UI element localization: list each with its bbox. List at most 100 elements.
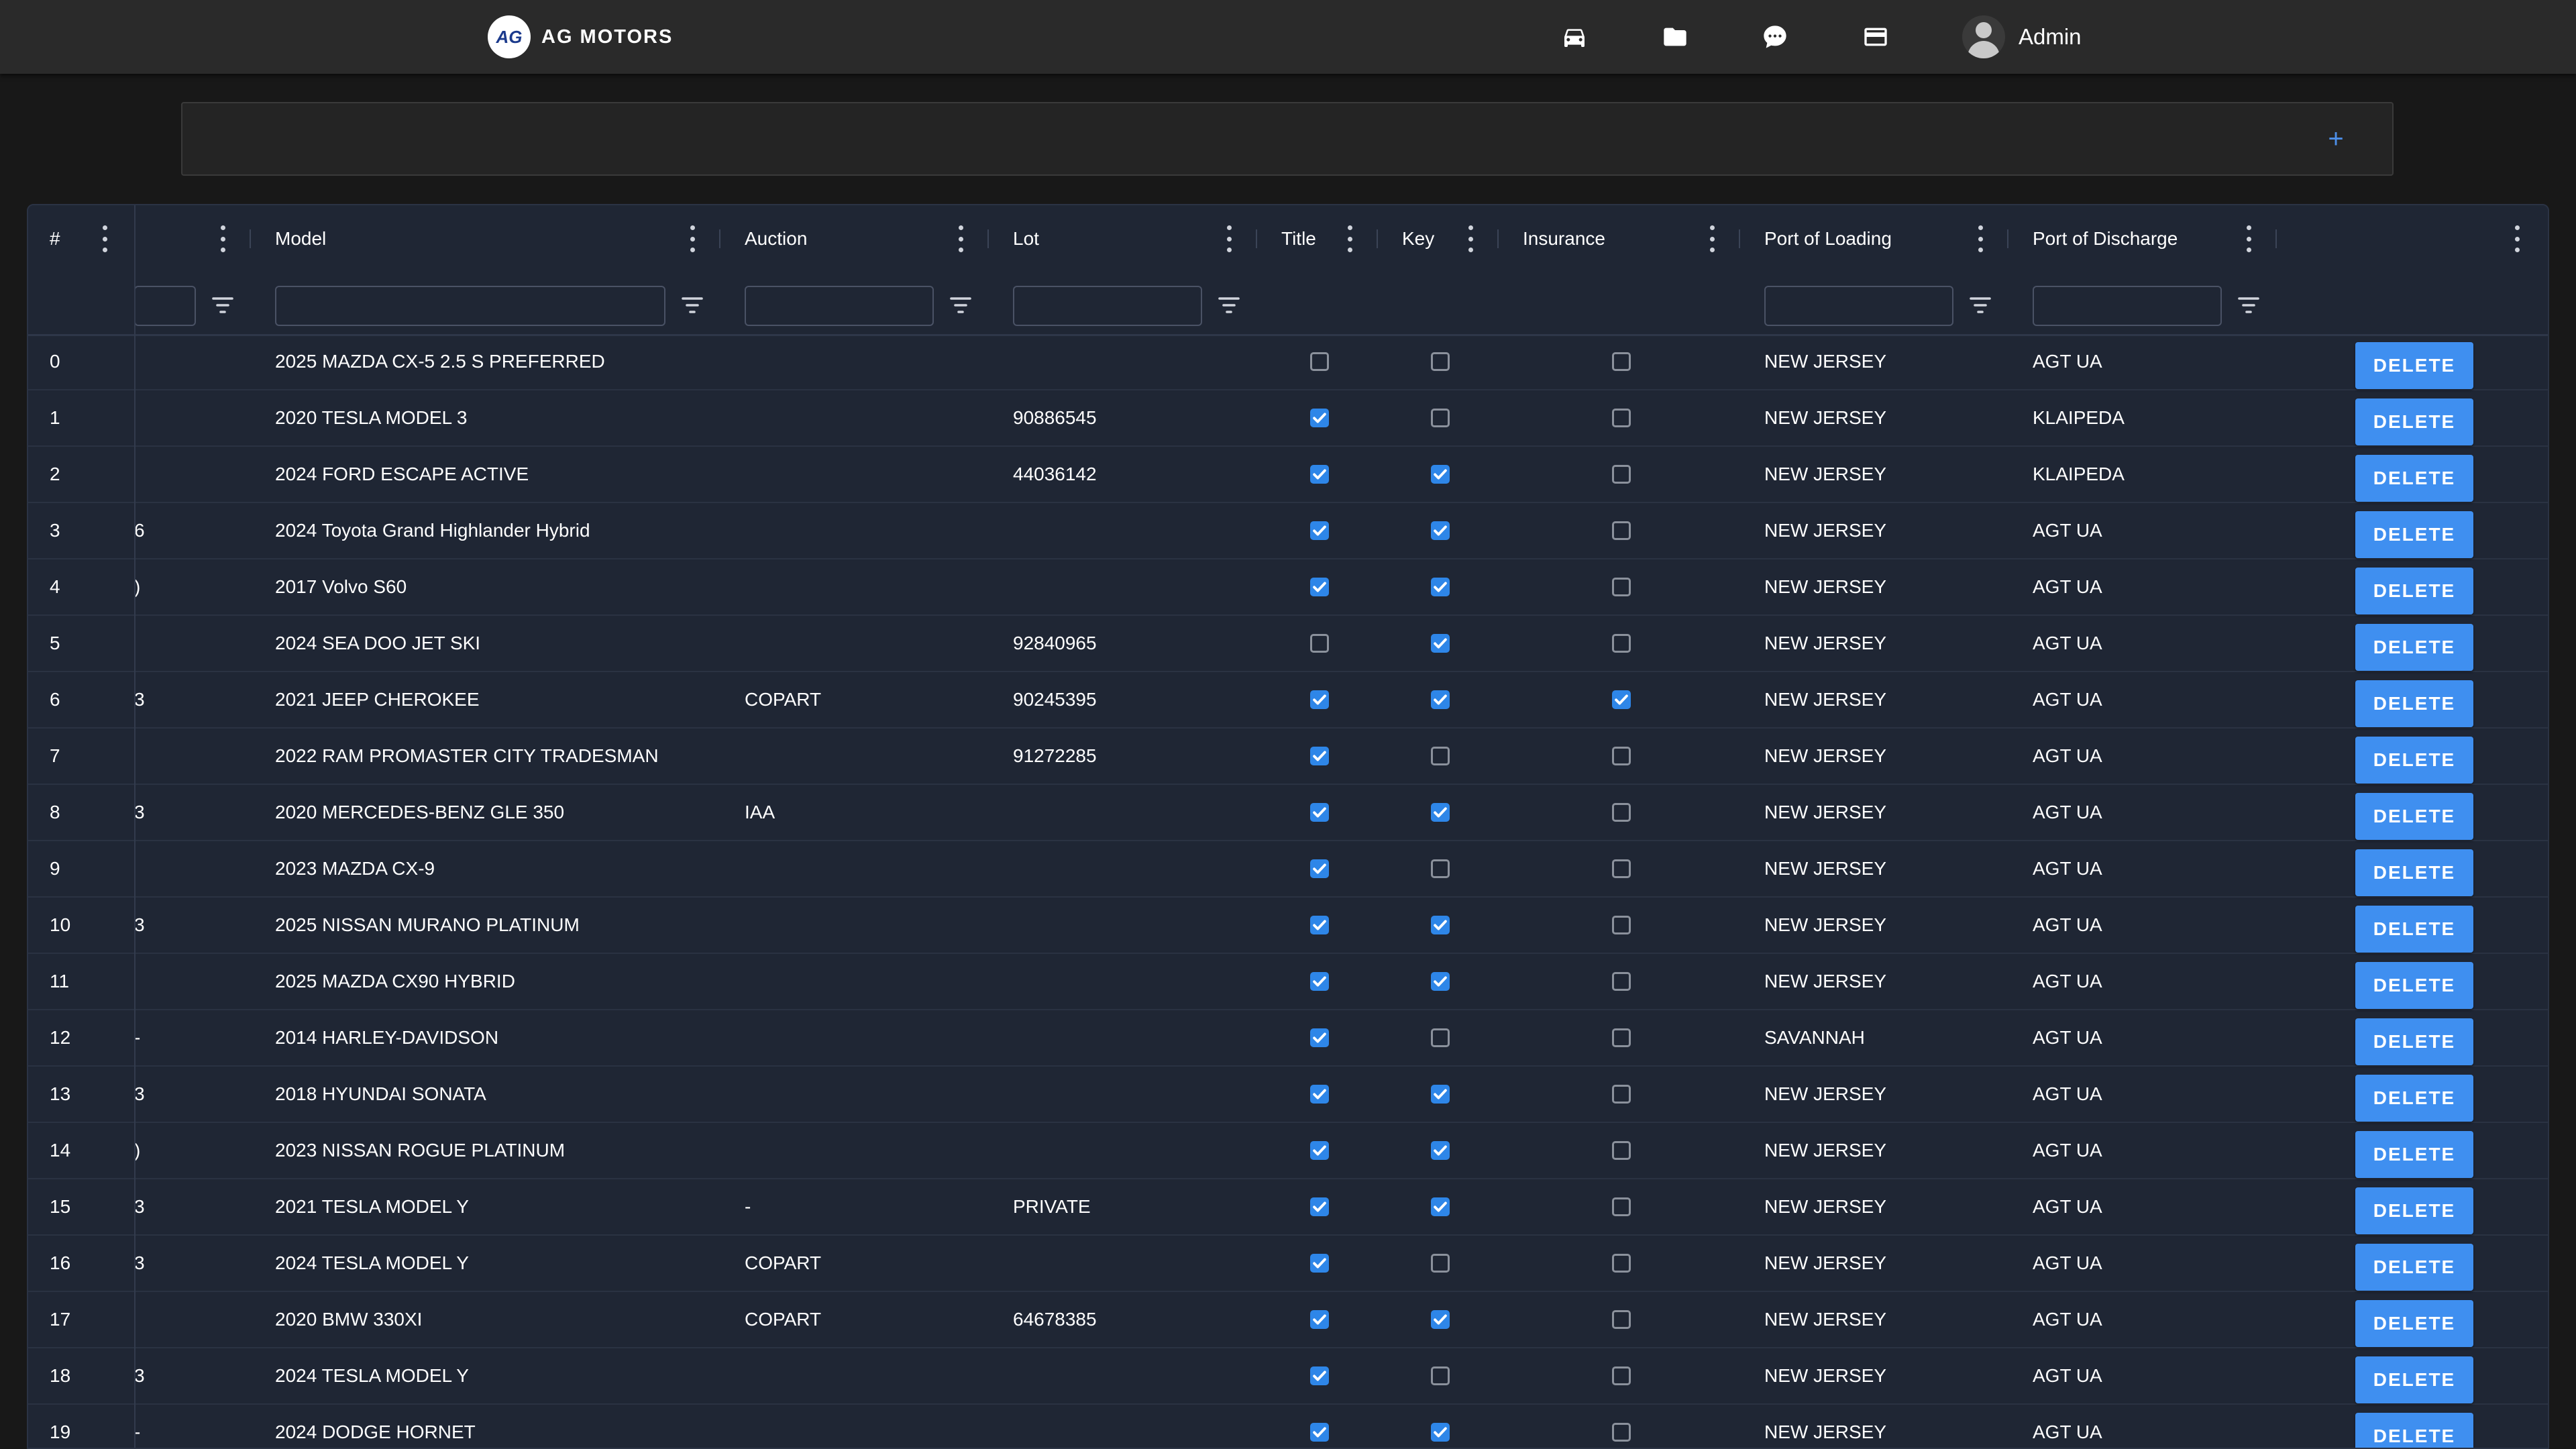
vin-cell[interactable]: )	[134, 1123, 161, 1178]
filter-icon[interactable]	[2238, 295, 2259, 315]
filter-icon[interactable]	[682, 295, 703, 315]
port-of-discharge-cell[interactable]: AGT UA	[2033, 954, 2102, 1009]
table-row[interactable]: 10 3 2025 NISSAN MURANO PLATINUM NEW JERSEY…	[28, 898, 2548, 954]
model-cell[interactable]: 2021 JEEP CHEROKEE	[275, 672, 480, 727]
title-checkbox[interactable]	[1310, 747, 1329, 765]
model-cell[interactable]: 2020 MERCEDES-BENZ GLE 350	[275, 785, 564, 840]
port-of-discharge-cell[interactable]: AGT UA	[2033, 616, 2102, 671]
column-separator[interactable]	[250, 229, 251, 248]
port-of-loading-cell[interactable]: NEW JERSEY	[1764, 729, 1886, 784]
title-checkbox[interactable]	[1310, 1085, 1329, 1104]
vin-cell[interactable]	[134, 729, 161, 784]
column-separator[interactable]	[1739, 229, 1740, 248]
column-menu-icon[interactable]	[99, 225, 110, 252]
brand[interactable]: AG AG MOTORS	[488, 15, 673, 58]
table-row[interactable]: 5 2024 SEA DOO JET SKI 92840965 NEW JERSEY A…	[28, 616, 2548, 672]
column-separator[interactable]	[1497, 229, 1499, 248]
model-cell[interactable]: 2024 FORD ESCAPE ACTIVE	[275, 447, 529, 502]
delete-button[interactable]: DELETE	[2355, 1187, 2473, 1234]
port-of-discharge-cell[interactable]: AGT UA	[2033, 559, 2102, 614]
chat-icon[interactable]	[1761, 23, 1789, 50]
column-menu-icon[interactable]	[217, 225, 228, 252]
vin-cell[interactable]	[134, 841, 161, 896]
insurance-checkbox[interactable]	[1612, 1085, 1631, 1104]
port-of-discharge-cell[interactable]: AGT UA	[2033, 1405, 2102, 1448]
port-of-loading-cell[interactable]: NEW JERSEY	[1764, 1236, 1886, 1291]
delete-button[interactable]: DELETE	[2355, 906, 2473, 953]
table-row[interactable]: 18 3 2024 TESLA MODEL Y NEW JERSEY AGT UA DEL…	[28, 1348, 2548, 1405]
column-menu-icon[interactable]	[955, 225, 966, 252]
port-of-discharge-cell[interactable]: AGT UA	[2033, 334, 2102, 389]
key-checkbox[interactable]	[1431, 1310, 1450, 1329]
port-of-loading-cell[interactable]: NEW JERSEY	[1764, 841, 1886, 896]
vin-cell[interactable]: 3	[134, 898, 161, 953]
delete-button[interactable]: DELETE	[2355, 568, 2473, 614]
lot-cell[interactable]: PRIVATE	[1013, 1179, 1091, 1234]
key-checkbox[interactable]	[1431, 1197, 1450, 1216]
credit-card-icon[interactable]	[1862, 23, 1890, 50]
port-of-discharge-cell[interactable]: AGT UA	[2033, 672, 2102, 727]
table-row[interactable]: 16 3 2024 TESLA MODEL Y COPART NEW JERSEY AGT…	[28, 1236, 2548, 1292]
key-checkbox[interactable]	[1431, 352, 1450, 371]
title-checkbox[interactable]	[1310, 859, 1329, 878]
key-checkbox[interactable]	[1431, 634, 1450, 653]
title-checkbox[interactable]	[1310, 803, 1329, 822]
delete-button[interactable]: DELETE	[2355, 1018, 2473, 1065]
title-checkbox[interactable]	[1310, 1197, 1329, 1216]
port-of-discharge-cell[interactable]: AGT UA	[2033, 1179, 2102, 1234]
delete-button[interactable]: DELETE	[2355, 1300, 2473, 1347]
filter-input-vin[interactable]	[134, 286, 196, 326]
column-header-model[interactable]: Model	[275, 205, 326, 272]
folder-icon[interactable]	[1661, 23, 1689, 50]
filter-icon[interactable]	[950, 295, 971, 315]
title-checkbox[interactable]	[1310, 634, 1329, 653]
insurance-checkbox[interactable]	[1612, 1310, 1631, 1329]
title-checkbox[interactable]	[1310, 1423, 1329, 1442]
delete-button[interactable]: DELETE	[2355, 1075, 2473, 1122]
key-checkbox[interactable]	[1431, 690, 1450, 709]
column-menu-icon[interactable]	[687, 225, 698, 252]
column-header-auction[interactable]: Auction	[745, 205, 807, 272]
model-cell[interactable]: 2025 MAZDA CX90 HYBRID	[275, 954, 515, 1009]
port-of-loading-cell[interactable]: NEW JERSEY	[1764, 898, 1886, 953]
filter-input-lot[interactable]	[1013, 286, 1202, 326]
insurance-checkbox[interactable]	[1612, 859, 1631, 878]
title-checkbox[interactable]	[1310, 690, 1329, 709]
column-menu-icon[interactable]	[1465, 225, 1476, 252]
port-of-loading-cell[interactable]: SAVANNAH	[1764, 1010, 1865, 1065]
port-of-loading-cell[interactable]: NEW JERSEY	[1764, 785, 1886, 840]
delete-button[interactable]: DELETE	[2355, 680, 2473, 727]
column-menu-icon[interactable]	[1975, 225, 1986, 252]
insurance-checkbox[interactable]	[1612, 1254, 1631, 1273]
insurance-checkbox[interactable]	[1612, 1028, 1631, 1047]
title-checkbox[interactable]	[1310, 352, 1329, 371]
title-checkbox[interactable]	[1310, 916, 1329, 934]
column-header-lot[interactable]: Lot	[1013, 205, 1039, 272]
delete-button[interactable]: DELETE	[2355, 342, 2473, 389]
lot-cell[interactable]: 91272285	[1013, 729, 1097, 784]
column-header-index[interactable]: #	[50, 205, 60, 272]
column-menu-icon[interactable]	[1224, 225, 1234, 252]
insurance-checkbox[interactable]	[1612, 465, 1631, 484]
column-menu-icon[interactable]	[2243, 225, 2254, 252]
vin-cell[interactable]: 3	[134, 1348, 161, 1403]
filter-icon[interactable]	[1970, 295, 1991, 315]
port-of-discharge-cell[interactable]: AGT UA	[2033, 1123, 2102, 1178]
column-menu-icon[interactable]	[1344, 225, 1355, 252]
model-cell[interactable]: 2023 NISSAN ROGUE PLATINUM	[275, 1123, 565, 1178]
key-checkbox[interactable]	[1431, 521, 1450, 540]
model-cell[interactable]: 2024 SEA DOO JET SKI	[275, 616, 480, 671]
port-of-loading-cell[interactable]: NEW JERSEY	[1764, 954, 1886, 1009]
port-of-discharge-cell[interactable]: AGT UA	[2033, 785, 2102, 840]
insurance-checkbox[interactable]	[1612, 521, 1631, 540]
user-menu[interactable]: Admin	[1962, 15, 2082, 58]
key-checkbox[interactable]	[1431, 916, 1450, 934]
table-row[interactable]: 19 - 2024 DODGE HORNET NEW JERSEY AGT UA DELE…	[28, 1405, 2548, 1448]
port-of-discharge-cell[interactable]: AGT UA	[2033, 1067, 2102, 1122]
insurance-checkbox[interactable]	[1612, 1366, 1631, 1385]
port-of-discharge-cell[interactable]: KLAIPEDA	[2033, 390, 2125, 445]
auction-cell[interactable]: COPART	[745, 1236, 821, 1291]
model-cell[interactable]: 2023 MAZDA CX-9	[275, 841, 435, 896]
port-of-loading-cell[interactable]: NEW JERSEY	[1764, 334, 1886, 389]
delete-button[interactable]: DELETE	[2355, 455, 2473, 502]
